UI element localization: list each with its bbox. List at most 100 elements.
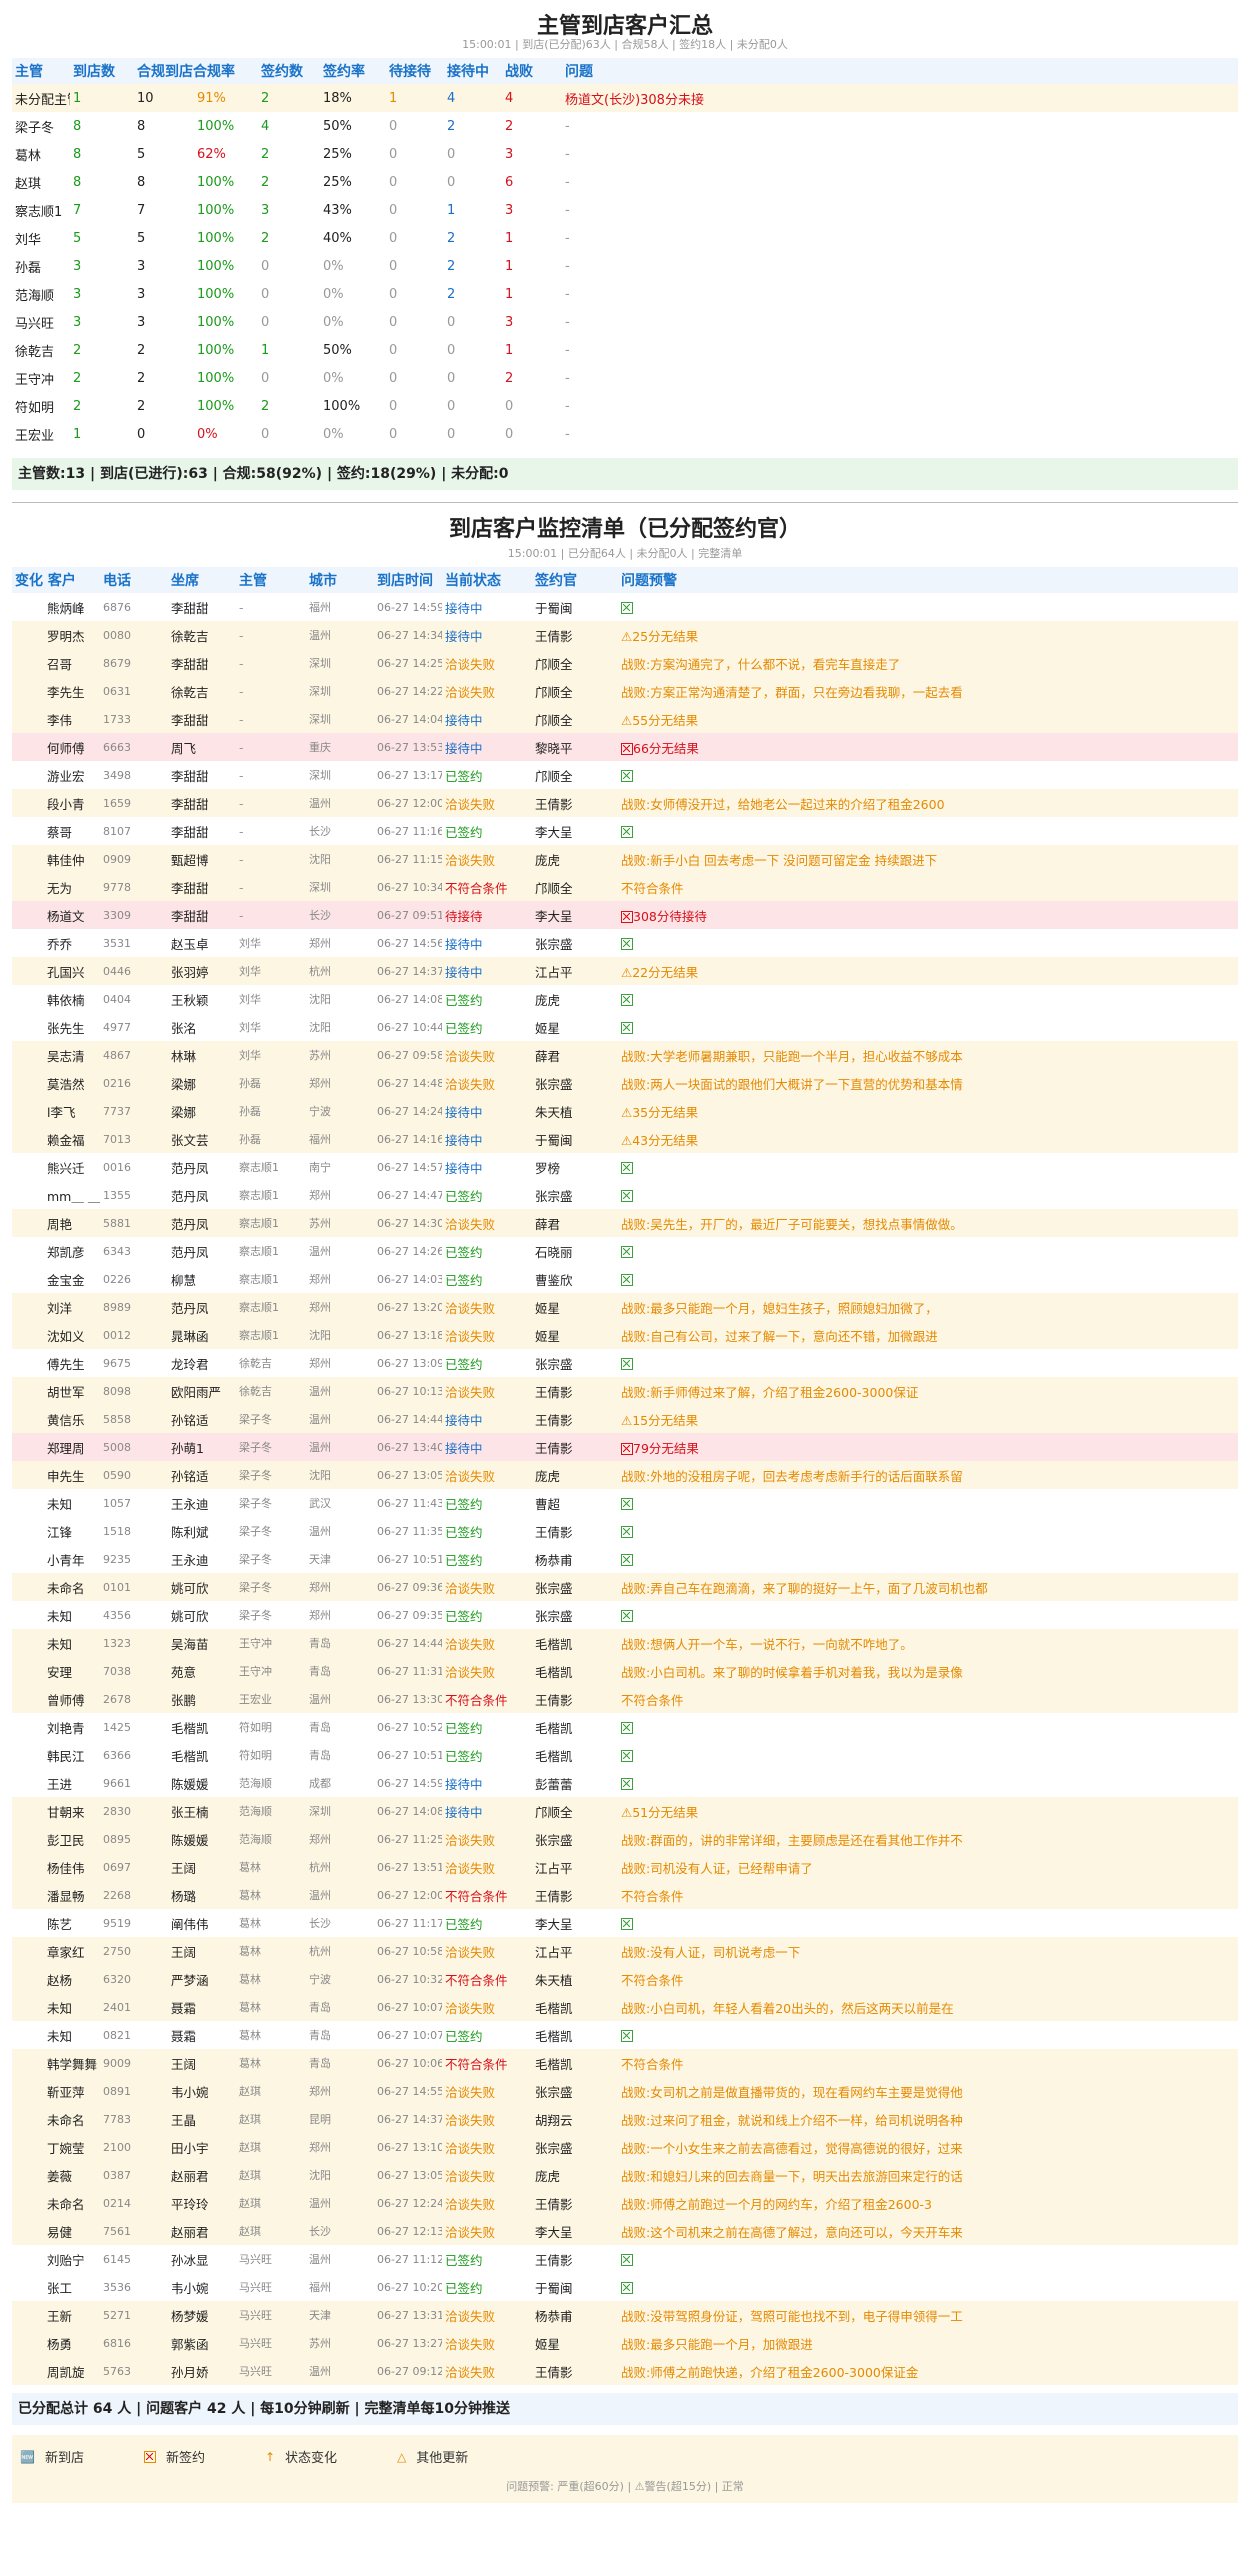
change-marker — [12, 1881, 44, 1909]
supervisor-name: 孙磊 — [236, 1125, 306, 1153]
change-marker — [12, 1713, 44, 1741]
issue-text: 79分无结果 — [633, 1440, 699, 1456]
city: 杭州 — [306, 1937, 374, 1965]
city: 温州 — [306, 789, 374, 817]
city: 沈阳 — [309, 993, 331, 1006]
ok-check-icon — [621, 1246, 633, 1258]
status: 洽谈失败 — [442, 2077, 532, 2105]
agent-name: 平玲玲 — [168, 2189, 236, 2217]
issue-warning: 战败:大学老师暑期兼职，只能跑一个半月，担心收益不够成本 — [618, 1041, 1238, 1069]
phone-suffix: 2401 — [100, 1993, 168, 2021]
table-cell: 2 — [505, 118, 514, 134]
ok-check-icon — [621, 602, 633, 614]
table-cell: 1 — [505, 258, 514, 274]
issue-warning: 战败:没有人证，司机说考虑一下 — [618, 1937, 1238, 1965]
table-row: 张工 3536 韦小婉 马兴旺 福州 06-27 10:20 已签约 于蜀闽 — [12, 2273, 1238, 2301]
arrival-time: 06-27 11:15 — [374, 845, 442, 873]
ok-check-icon — [621, 1750, 633, 1762]
table-row: 刘华 5 5 100% 2 40% 0 2 1 - — [12, 224, 1238, 252]
arrival-time: 06-27 13:51 — [374, 1853, 442, 1881]
table-cell: 1 — [73, 426, 82, 442]
supervisor-name: 孙磊 — [236, 1097, 306, 1125]
table-cell: 6 — [505, 174, 514, 190]
arrow-up-icon: ↑ — [264, 2449, 276, 2464]
table-row: 沈如义 0012 晁琳函 察志顺1 沈阳 06-27 13:18 洽谈失败 姬星 战败:自己有公… — [12, 1321, 1238, 1349]
phone-suffix: 7561 — [100, 2217, 168, 2245]
agent-name: 田小宇 — [168, 2133, 236, 2161]
issue-text: 战败:过来问了租金，就说和线上介绍不一样，给司机说明各种 — [621, 2112, 963, 2128]
customer-name: 周艳 — [44, 1209, 100, 1237]
arrival-time: 06-27 14:47 — [377, 1188, 442, 1202]
table-cell: 100% — [197, 370, 235, 386]
table-cell: 2 — [73, 370, 82, 386]
issue-text: 战败:最多只能跑一个月，媳妇生孩子，照顾媳妇加微了， — [621, 1300, 938, 1316]
customer-name: 吴志清 — [44, 1041, 100, 1069]
arrival-time: 06-27 12:00 — [374, 1881, 442, 1909]
arrival-time: 06-27 14:30 — [374, 1209, 442, 1237]
city: 昆明 — [306, 2105, 374, 2133]
check-box-icon — [143, 2450, 156, 2464]
supervisor-name: 梁子冬 — [239, 1525, 272, 1538]
arrival-time: 06-27 10:06 — [374, 2049, 442, 2077]
phone-suffix: 2750 — [100, 1937, 168, 1965]
contract-officer: 江占平 — [532, 957, 618, 985]
phone-suffix: 0590 — [100, 1461, 168, 1489]
issue-text: 战败:群面的，讲的非常详细，主要顾虑是还在看其他工作并不 — [621, 1832, 963, 1848]
issue-text: ⚠22分无结果 — [621, 964, 699, 980]
issue-warning: 战败:一个小女生来之前去高德看过，觉得高德说的很好，过来 — [618, 2133, 1238, 2161]
change-marker — [12, 1153, 44, 1181]
table-row: 未知 1057 王永迪 梁子冬 武汉 06-27 11:43 已签约 曹超 — [12, 1489, 1238, 1517]
status: 已签约 — [445, 768, 483, 784]
supervisor-name: 符如明 — [15, 400, 55, 416]
table-row: 韩学舞舞 9009 王阔 葛林 青岛 06-27 10:06 不符合条件 毛楷凯 不符合条件 — [12, 2049, 1238, 2077]
agent-name: 李甜甜 — [168, 705, 236, 733]
city: 郑州 — [309, 1609, 331, 1622]
supervisor-name: 刘华 — [236, 957, 306, 985]
contract-officer: 彭蕾蕾 — [535, 1776, 573, 1792]
phone-suffix: 0012 — [100, 1321, 168, 1349]
phone-suffix: 1518 — [103, 1524, 131, 1538]
table-cell: 0 — [389, 230, 398, 246]
agent-name: 郭紫函 — [168, 2329, 236, 2357]
contract-officer: 石晓丽 — [535, 1244, 573, 1260]
customer-name: 熊炳峰 — [47, 600, 85, 616]
table-cell: 2 — [261, 398, 270, 414]
city: 宁波 — [306, 1965, 374, 1993]
status: 不符合条件 — [442, 2049, 532, 2077]
ok-check-icon — [621, 826, 633, 838]
table-cell: 5 — [137, 230, 146, 246]
ok-check-icon — [621, 1274, 633, 1286]
table-cell: 0 — [389, 370, 398, 386]
table-cell: 100% — [197, 118, 235, 134]
table-cell: 3 — [137, 314, 146, 330]
contract-officer: 江占平 — [532, 1853, 618, 1881]
arrival-time: 06-27 14:08 — [374, 1797, 442, 1825]
status: 不符合条件 — [442, 1881, 532, 1909]
phone-suffix: 6816 — [100, 2329, 168, 2357]
table-row: 江锋 1518 陈利斌 梁子冬 温州 06-27 11:35 已签约 王倩影 — [12, 1517, 1238, 1545]
city: 天津 — [306, 2301, 374, 2329]
agent-name: 陈利斌 — [171, 1524, 209, 1540]
arrival-time: 06-27 13:05 — [374, 1461, 442, 1489]
status: 已签约 — [445, 1356, 483, 1372]
contract-officer: 张宗盛 — [532, 1825, 618, 1853]
city: 青岛 — [309, 1749, 331, 1762]
status: 已签约 — [445, 2252, 483, 2268]
table-cell: 100% — [197, 230, 235, 246]
table-cell: 2 — [447, 258, 456, 274]
supervisor-name: 察志顺1 — [239, 1189, 279, 1202]
change-marker — [12, 2077, 44, 2105]
status: 待接待 — [442, 901, 532, 929]
issue-warning: ⚠22分无结果 — [618, 957, 1238, 985]
table-cell: 40% — [323, 230, 352, 246]
supervisor-name: 梁子冬 — [236, 1461, 306, 1489]
change-marker — [12, 901, 44, 929]
city: 福州 — [309, 2281, 331, 2294]
change-marker — [12, 1209, 44, 1237]
change-marker — [12, 593, 44, 621]
status: 洽谈失败 — [442, 2357, 532, 2385]
table-cell: 2 — [258, 84, 320, 112]
customer-name: 杨勇 — [44, 2329, 100, 2357]
supervisor-name: - — [236, 733, 306, 761]
change-marker — [12, 1657, 44, 1685]
